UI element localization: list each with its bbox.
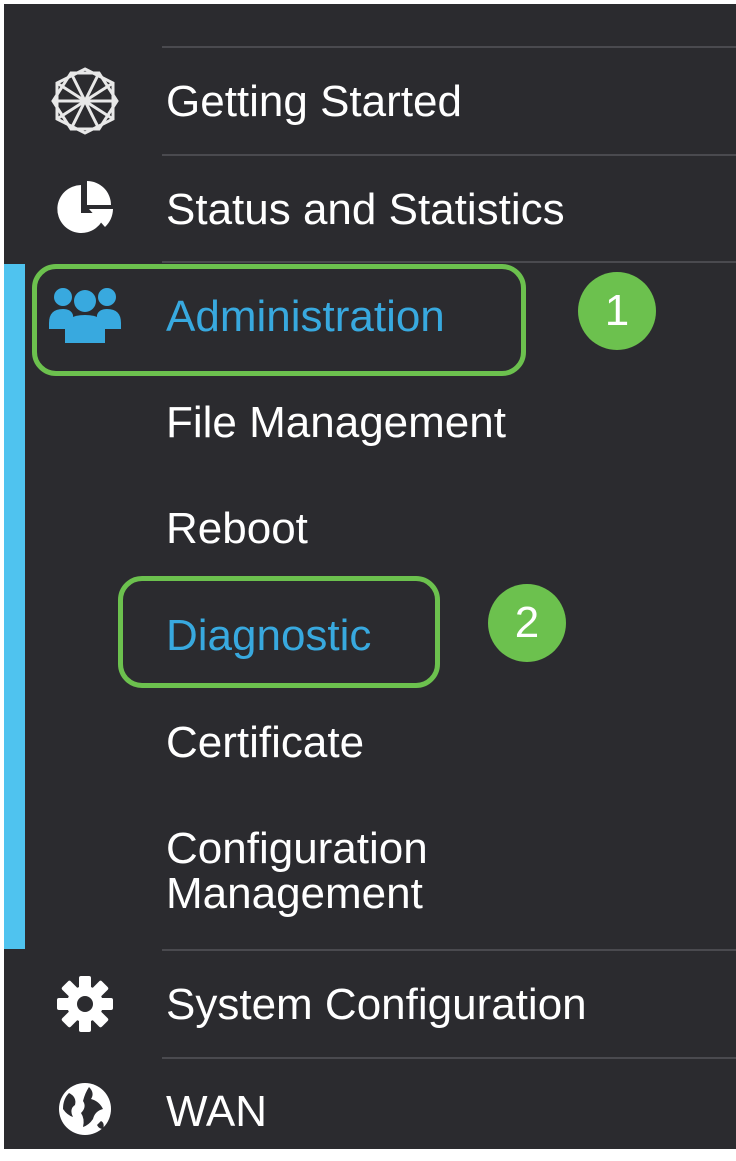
getting-started-icon [48, 64, 122, 138]
divider [162, 154, 736, 156]
sidebar-item-label: WAN [166, 1087, 268, 1136]
pie-chart-icon [48, 172, 122, 246]
divider [162, 949, 736, 951]
divider [162, 261, 736, 263]
sidebar-item-label: Getting Started [166, 77, 462, 126]
annotation-highlight-administration [32, 264, 526, 376]
subitem-file-management[interactable]: File Management [166, 401, 506, 445]
annotation-highlight-diagnostic [118, 576, 440, 688]
divider [162, 1057, 736, 1059]
sidebar-item-getting-started[interactable]: Getting Started [4, 51, 736, 151]
subitem-label-line2: Management [166, 869, 423, 918]
sidebar-item-system-configuration[interactable]: System Configuration [4, 954, 736, 1054]
annotation-step-badge: 2 [488, 584, 566, 662]
screenshot-frame: Getting Started Status and Statistics Ad… [0, 0, 736, 1153]
globe-icon [48, 1072, 122, 1146]
subitem-reboot[interactable]: Reboot [166, 507, 308, 551]
sidebar-item-status-statistics[interactable]: Status and Statistics [4, 159, 736, 259]
subitem-certificate[interactable]: Certificate [166, 721, 364, 765]
gear-icon [48, 967, 122, 1041]
sidebar-nav: Getting Started Status and Statistics Ad… [4, 4, 736, 1149]
sidebar-item-label: System Configuration [166, 980, 587, 1029]
divider [162, 46, 736, 48]
subitem-configuration-management[interactable]: Configuration Management [166, 826, 428, 916]
subitem-label-line1: Configuration [166, 824, 428, 873]
sidebar-item-label: Status and Statistics [166, 185, 565, 234]
active-section-indicator [4, 264, 25, 949]
annotation-step-badge: 1 [578, 272, 656, 350]
sidebar-item-wan[interactable]: WAN [4, 1061, 736, 1161]
